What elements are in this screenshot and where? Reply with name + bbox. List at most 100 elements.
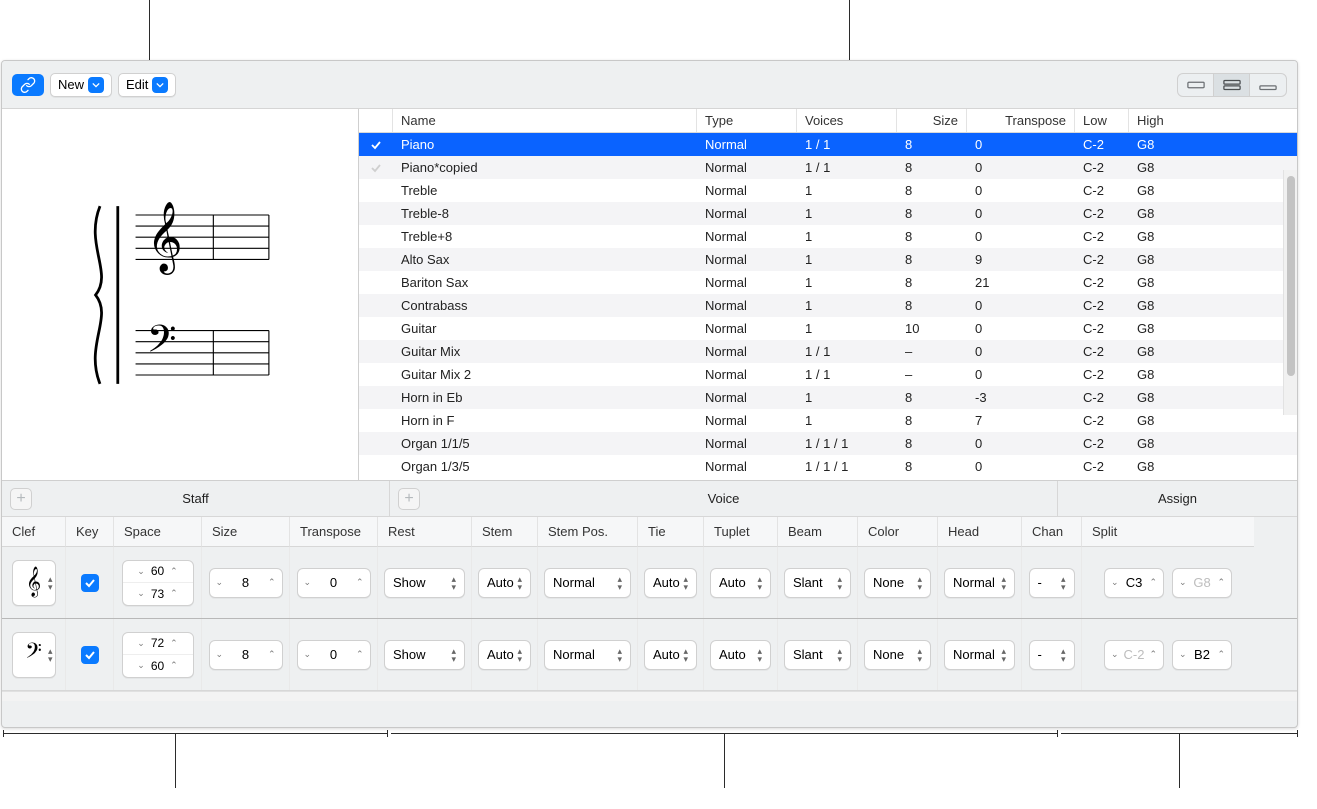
row-high: G8: [1129, 298, 1183, 313]
table-row[interactable]: Organ 1/3/5Normal1 / 1 / 180C-2G8: [359, 455, 1297, 478]
select[interactable]: Auto▴▾: [478, 568, 531, 598]
table-row[interactable]: Horn in EbNormal18-3C-2G8: [359, 386, 1297, 409]
table-row[interactable]: Piano*copiedNormal1 / 180C-2G8: [359, 156, 1297, 179]
stepper[interactable]: ⌄C3⌃: [1104, 568, 1164, 598]
table-body[interactable]: PianoNormal1 / 180C-2G8Piano*copiedNorma…: [359, 133, 1297, 480]
space-stepper[interactable]: ⌄72⌃⌄60⌃: [122, 632, 194, 678]
stepper[interactable]: ⌄0⌃: [297, 640, 371, 670]
select[interactable]: Auto▴▾: [710, 640, 771, 670]
select[interactable]: -▴▾: [1029, 568, 1075, 598]
edit-menu[interactable]: Edit: [118, 73, 176, 97]
stepper[interactable]: ⌄8⌃: [209, 568, 283, 598]
row-voices: 1: [797, 413, 897, 428]
table-row[interactable]: Alto SaxNormal189C-2G8: [359, 248, 1297, 271]
table-row[interactable]: Treble-8Normal180C-2G8: [359, 202, 1297, 225]
row-transpose: 0: [967, 321, 1075, 336]
row-size: 8: [897, 137, 967, 152]
select[interactable]: Auto▴▾: [710, 568, 771, 598]
table-row[interactable]: Treble+8Normal180C-2G8: [359, 225, 1297, 248]
view-list-button[interactable]: [1250, 74, 1286, 96]
row-name: Organ 1/1/5: [393, 436, 697, 451]
table-row[interactable]: ContrabassNormal180C-2G8: [359, 294, 1297, 317]
select[interactable]: Slant▴▾: [784, 568, 851, 598]
key-checkbox[interactable]: [81, 646, 99, 664]
col-head: Head: [938, 517, 1022, 547]
select[interactable]: Auto▴▾: [644, 640, 697, 670]
header-low[interactable]: Low: [1075, 109, 1129, 132]
row-high: G8: [1129, 275, 1183, 290]
panel-header-voice: + Voice: [390, 481, 1058, 517]
row-high: G8: [1129, 206, 1183, 221]
row-transpose: -3: [967, 390, 1075, 405]
col-chan: Chan: [1022, 517, 1082, 547]
row-voices: 1: [797, 390, 897, 405]
stepper[interactable]: ⌄8⌃: [209, 640, 283, 670]
add-staff-button[interactable]: +: [10, 488, 32, 510]
row-check[interactable]: [359, 162, 393, 174]
table-row[interactable]: TrebleNormal180C-2G8: [359, 179, 1297, 202]
row-low: C-2: [1075, 252, 1129, 267]
table-row[interactable]: GuitarNormal1100C-2G8: [359, 317, 1297, 340]
select[interactable]: None▴▾: [864, 640, 931, 670]
scrollbar[interactable]: [1283, 170, 1297, 415]
panel-header-assign: Assign: [1058, 481, 1297, 517]
row-high: G8: [1129, 436, 1183, 451]
select[interactable]: Normal▴▾: [944, 640, 1015, 670]
stepper[interactable]: ⌄0⌃: [297, 568, 371, 598]
row-voices: 1: [797, 321, 897, 336]
select[interactable]: Normal▴▾: [544, 640, 631, 670]
table-row[interactable]: Guitar MixNormal1 / 1–0C-2G8: [359, 340, 1297, 363]
edit-label: Edit: [126, 77, 148, 92]
header-high[interactable]: High: [1129, 109, 1183, 132]
select[interactable]: Normal▴▾: [544, 568, 631, 598]
row-transpose: 0: [967, 206, 1075, 221]
space-stepper[interactable]: ⌄60⌃⌄73⌃: [122, 560, 194, 606]
row-check[interactable]: [359, 139, 393, 151]
stepper[interactable]: ⌄B2⌃: [1172, 640, 1232, 670]
row-type: Normal: [697, 390, 797, 405]
row-size: –: [897, 344, 967, 359]
select[interactable]: Slant▴▾: [784, 640, 851, 670]
select[interactable]: None▴▾: [864, 568, 931, 598]
row-high: G8: [1129, 183, 1183, 198]
select[interactable]: Show▴▾: [384, 568, 465, 598]
select[interactable]: -▴▾: [1029, 640, 1075, 670]
header-transpose[interactable]: Transpose: [967, 109, 1075, 132]
row-name: Guitar Mix 2: [393, 367, 697, 382]
select[interactable]: Auto▴▾: [644, 568, 697, 598]
col-stempos: Stem Pos.: [538, 517, 638, 547]
view-dual-button[interactable]: [1214, 74, 1250, 96]
table-row[interactable]: Organ 1/1/5Normal1 / 1 / 180C-2G8: [359, 432, 1297, 455]
clef-select[interactable]: 𝄢▴▾: [12, 632, 56, 678]
add-voice-button[interactable]: +: [398, 488, 420, 510]
row-low: C-2: [1075, 390, 1129, 405]
header-voices[interactable]: Voices: [797, 109, 897, 132]
col-space: Space: [114, 517, 202, 547]
select[interactable]: Show▴▾: [384, 640, 465, 670]
view-single-button[interactable]: [1178, 74, 1214, 96]
row-transpose: 0: [967, 160, 1075, 175]
table-row[interactable]: Horn in FNormal187C-2G8: [359, 409, 1297, 432]
row-transpose: 21: [967, 275, 1075, 290]
link-button[interactable]: [12, 74, 44, 96]
cell-tie: Auto▴▾: [638, 619, 704, 690]
stepper[interactable]: ⌄C-2⌃: [1104, 640, 1164, 670]
callout-line: [175, 733, 176, 788]
clef-select[interactable]: 𝄞▴▾: [12, 560, 56, 606]
stepper[interactable]: ⌄G8⌃: [1172, 568, 1232, 598]
new-menu[interactable]: New: [50, 73, 112, 97]
table-row[interactable]: Guitar Mix 2Normal1 / 1–0C-2G8: [359, 363, 1297, 386]
header-size[interactable]: Size: [897, 109, 967, 132]
table-row[interactable]: PianoNormal1 / 180C-2G8: [359, 133, 1297, 156]
header-type[interactable]: Type: [697, 109, 797, 132]
select[interactable]: Auto▴▾: [478, 640, 531, 670]
row-voices: 1 / 1: [797, 344, 897, 359]
scrollbar-thumb[interactable]: [1287, 176, 1295, 376]
header-name[interactable]: Name: [393, 109, 697, 132]
cell-transpose: ⌄0⌃: [290, 547, 378, 618]
key-checkbox[interactable]: [81, 574, 99, 592]
row-low: C-2: [1075, 459, 1129, 474]
table-row[interactable]: Bariton SaxNormal1821C-2G8: [359, 271, 1297, 294]
param-row: 𝄢▴▾ ⌄72⌃⌄60⌃ ⌄8⌃ ⌄0⌃ Show▴▾ Auto▴▾ Normal▴▾ Aut…: [2, 619, 1297, 691]
select[interactable]: Normal▴▾: [944, 568, 1015, 598]
